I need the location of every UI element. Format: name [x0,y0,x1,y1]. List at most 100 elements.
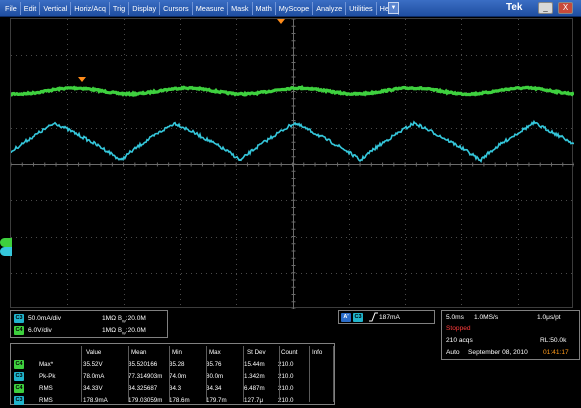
measurement-channel-badge: C4 [14,384,24,393]
menu-items: File Edit Vertical Horiz/Acq Trig Display Curs… [2,2,399,15]
waveform-canvas [11,19,574,309]
measurement-table: Value Mean Min Max St Dev Count Info C4 Max* 35.5… [11,344,334,405]
horizontal-scale: 5.0ms [446,314,464,321]
menu-item-math[interactable]: Math [253,2,276,15]
column-separator [81,346,82,402]
acquisition-count: 210 acqs [446,337,473,344]
bandwidth-value: :20.0M [125,315,146,322]
measurement-panel[interactable]: Value Mean Min Max St Dev Count Info C4 Max* 35.5… [10,343,335,405]
channel-impedance-bandwidth: 1MΩ BW:20.0M [102,326,146,337]
rising-edge-icon [369,312,378,322]
menu-item-mask[interactable]: Mask [228,2,253,15]
menu-item-vertical[interactable]: Vertical [40,2,72,15]
trigger-source-badge: A' [341,313,351,322]
column-separator [206,346,207,402]
trigger-readout[interactable]: A' C3 187mA [338,310,435,324]
column-separator [128,346,129,402]
acquisition-panel[interactable]: 5.0ms 1.0MS/s 1.0μs/pt Stopped 210 acqs … [441,310,580,360]
measurement-row[interactable]: C3 RMS 178.9mA 179.03059m 178.6m 179.7m 127.7μ… [11,396,334,405]
measurement-value: 210.0 [278,373,294,380]
menu-item-file[interactable]: File [2,2,21,15]
readout-area: C3 50.0mA/div 1MΩ BW:20.0M C4 6.0V/div 1MΩ BW… [0,309,581,408]
waveform-display[interactable] [10,18,574,309]
trigger-level-marker [78,77,86,82]
measurement-channel-badge: C4 [14,360,24,369]
measurement-value: 1.342m [244,373,265,380]
channel-impedance: 1MΩ [102,327,117,334]
measurement-value: 178.9mA [83,397,108,404]
record-length: RL:50.0k [540,337,567,344]
menu-item-measure[interactable]: Measure [193,2,229,15]
channel-badge: C4 [14,326,24,335]
channel-row-c3[interactable]: C3 50.0mA/div 1MΩ BW:20.0M [14,313,166,324]
acquisition-state: Stopped [446,325,471,332]
menu-item-display[interactable]: Display [129,2,161,15]
measurement-value: 34.34 [206,385,222,392]
measurement-value: 34.325687 [128,385,158,392]
menu-item-analyze[interactable]: Analyze [313,2,347,15]
channel-ground-marker[interactable] [0,247,12,256]
channel-ground-marker[interactable] [0,238,12,247]
measurement-row[interactable]: C3 Pk-Pk 78.0mA 77.314903m 74.0m 80.0m 1.342m 2… [11,372,334,381]
measurement-name: Pk-Pk [39,373,56,380]
menu-dropdown-button[interactable]: ▼ [388,2,399,14]
channel-impedance-bandwidth: 1MΩ BW:20.0M [102,314,146,325]
measurement-value: 35.76 [206,361,222,368]
menu-item-edit[interactable]: Edit [21,2,41,15]
measurement-name: RMS [39,385,53,392]
measurement-value: 15.44m [244,361,265,368]
menu-bar: File Edit Vertical Horiz/Acq Trig Display Curs… [0,0,581,17]
column-separator [333,346,334,402]
channel-badge: C3 [14,314,24,323]
column-separator [169,346,170,402]
menu-item-cursors[interactable]: Cursors [160,2,193,15]
column-header: Max [209,349,221,356]
measurement-value: 35.28 [169,361,185,368]
measurement-value: 210.0 [278,397,294,404]
measurement-value: 80.0m [206,373,224,380]
measurement-value: 35.520166 [128,361,158,368]
measurement-value: 210.0 [278,385,294,392]
channel-scale: 50.0mA/div [28,315,61,322]
measurement-row[interactable]: C4 Max* 35.52V 35.520166 35.28 35.76 15.44m 210… [11,360,334,369]
bandwidth-value: :20.0M [125,327,146,334]
column-separator [279,346,280,402]
measurement-row[interactable]: C4 RMS 34.33V 34.325687 34.3 34.34 6.487m 210.0 [11,384,334,393]
sample-rate: 1.0MS/s [474,314,499,321]
measurement-name: Max* [39,361,54,368]
column-header: Mean [131,349,147,356]
column-header: Count [281,349,298,356]
channel-scale-panel[interactable]: C3 50.0mA/div 1MΩ BW:20.0M C4 6.0V/div 1MΩ BW… [10,310,168,338]
acquisition-date: September 08, 2010 [468,349,528,356]
brand-logo: Tek [506,2,523,13]
measurement-value: 178.6m [169,397,190,404]
menu-item-trig[interactable]: Trig [110,2,130,15]
menu-item-utilities[interactable]: Utilities [346,2,377,15]
triangle-down-icon: ▼ [390,5,397,11]
measurement-value: 179.7m [206,397,227,404]
measurement-value: 34.33V [83,385,103,392]
column-header: Min [172,349,182,356]
close-button[interactable]: X [558,2,573,14]
measurement-value: 77.314903m [128,373,163,380]
measurement-value: 179.03059m [128,397,163,404]
measurement-value: 127.7μ [244,397,264,404]
measurement-channel-badge: C3 [14,396,24,405]
menu-item-myscope[interactable]: MyScope [276,2,314,15]
measurement-name: RMS [39,397,53,404]
measurement-value: 210.0 [278,361,294,368]
trigger-level: 187mA [379,314,400,321]
trigger-channel-badge: C3 [353,313,363,322]
resolution: 1.0μs/pt [537,314,561,321]
minimize-button[interactable]: _ [538,2,553,14]
column-header: St Dev [247,349,266,356]
column-header: Value [86,349,102,356]
trigger-mode: Auto [446,349,460,356]
trigger-position-marker [277,19,285,24]
measurement-value: 6.487m [244,385,265,392]
channel-row-c4[interactable]: C4 6.0V/div 1MΩ BW:20.0M [14,325,166,336]
column-separator [309,346,310,402]
menu-item-horiz-acq[interactable]: Horiz/Acq [71,2,110,15]
measurement-value: 34.3 [169,385,182,392]
column-separator [243,346,244,402]
